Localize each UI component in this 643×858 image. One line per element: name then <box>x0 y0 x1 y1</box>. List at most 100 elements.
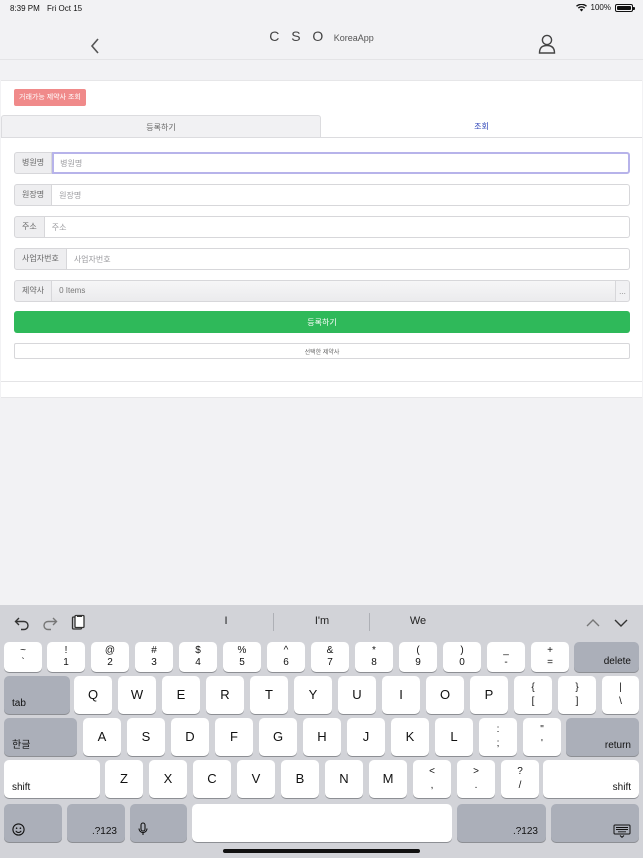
paste-icon[interactable] <box>69 614 87 632</box>
key-return[interactable]: return <box>566 718 639 756</box>
key-left-brace[interactable]: {[ <box>514 676 552 714</box>
form-panel: 거래가능 제약사 조회 등록하기 조회 병원명 원장명 주소 사업자번호 제약사… <box>1 80 642 398</box>
director-name-input[interactable] <box>52 184 630 206</box>
tab-register[interactable]: 등록하기 <box>1 115 321 138</box>
director-name-label: 원장명 <box>14 184 53 206</box>
key-k[interactable]: K <box>391 718 429 756</box>
key-9[interactable]: (9 <box>399 642 437 672</box>
key-2[interactable]: @2 <box>91 642 129 672</box>
key-t[interactable]: T <box>250 676 288 714</box>
key-equals[interactable]: + = <box>531 642 569 672</box>
key-a[interactable]: A <box>83 718 121 756</box>
microphone-icon <box>138 822 148 835</box>
key-7[interactable]: & 7 <box>311 642 349 672</box>
key-backslash[interactable]: | \ <box>602 676 639 714</box>
key-period[interactable]: >. <box>457 760 495 798</box>
key-d[interactable]: D <box>171 718 209 756</box>
key-p[interactable]: P <box>470 676 508 714</box>
status-date: Fri Oct 15 <box>47 4 83 13</box>
key-semicolon[interactable]: :; <box>479 718 517 756</box>
business-number-row: 사업자번호 <box>14 248 630 270</box>
wifi-icon <box>575 3 587 11</box>
keyboard-hide-icon <box>613 824 631 838</box>
tab-bar: 등록하기 조회 <box>1 115 642 138</box>
key-shift-right[interactable]: shift <box>543 760 639 798</box>
key-tilde[interactable]: ~ ` <box>4 642 42 672</box>
chevron-down-icon[interactable] <box>612 614 630 632</box>
key-r[interactable]: R <box>206 676 244 714</box>
suggestion-2[interactable]: I'm <box>274 615 370 627</box>
address-row: 주소 <box>14 216 630 238</box>
key-dictation[interactable] <box>130 804 187 842</box>
key-comma[interactable]: <, <box>413 760 451 798</box>
redo-icon[interactable] <box>41 614 59 632</box>
tab-search[interactable]: 조회 <box>321 115 642 138</box>
key-slash[interactable]: ? / <box>501 760 539 798</box>
suggestion-3[interactable]: We <box>370 615 466 627</box>
nav-bar: C S O KoreaApp <box>0 16 643 60</box>
key-shift-left[interactable]: shift <box>4 760 100 798</box>
key-m[interactable]: M <box>369 760 407 798</box>
key-x[interactable]: X <box>149 760 187 798</box>
key-0[interactable]: ) 0 <box>443 642 481 672</box>
available-pharma-button[interactable]: 거래가능 제약사 조회 <box>14 89 86 106</box>
status-bar: 8:39 PM Fri Oct 15 100% <box>0 0 643 16</box>
user-button[interactable] <box>537 33 557 55</box>
key-numbers-left[interactable]: .?123 <box>67 804 125 842</box>
key-z[interactable]: Z <box>105 760 143 798</box>
key-n[interactable]: N <box>325 760 363 798</box>
key-g[interactable]: G <box>259 718 297 756</box>
app-title-main: C S O <box>269 28 328 44</box>
chevron-up-icon[interactable] <box>584 614 602 632</box>
address-input[interactable] <box>44 216 630 238</box>
key-u[interactable]: U <box>338 676 376 714</box>
key-1[interactable]: ! 1 <box>47 642 85 672</box>
key-b[interactable]: B <box>281 760 319 798</box>
submit-register-button[interactable]: 등록하기 <box>14 311 630 333</box>
key-f[interactable]: F <box>215 718 253 756</box>
register-form: 병원명 원장명 주소 사업자번호 제약사 0 Items ... 등록하기 선택… <box>1 138 642 382</box>
status-right: 100% <box>575 3 635 12</box>
key-hide-keyboard[interactable] <box>551 804 639 842</box>
status-time: 8:39 PM <box>10 4 40 13</box>
key-y[interactable]: Y <box>294 676 332 714</box>
key-e[interactable]: E <box>162 676 200 714</box>
key-j[interactable]: J <box>347 718 385 756</box>
emoji-icon <box>12 823 25 836</box>
key-6[interactable]: ^ 6 <box>267 642 305 672</box>
key-hangul[interactable]: 한글 <box>4 718 77 756</box>
undo-icon[interactable] <box>13 614 31 632</box>
key-space[interactable] <box>192 804 452 842</box>
key-numbers-right[interactable]: .?123 <box>457 804 546 842</box>
director-name-row: 원장명 <box>14 184 630 206</box>
key-quote[interactable]: " ' <box>523 718 561 756</box>
pharma-more-button[interactable]: ... <box>616 280 630 302</box>
suggestion-1[interactable]: I <box>178 615 274 627</box>
app-title-sub: KoreaApp <box>333 33 374 43</box>
key-v[interactable]: V <box>237 760 275 798</box>
key-l[interactable]: L <box>435 718 473 756</box>
key-4[interactable]: $4 <box>179 642 217 672</box>
home-indicator[interactable] <box>223 849 420 853</box>
key-right-brace[interactable]: }] <box>558 676 596 714</box>
key-w[interactable]: W <box>118 676 156 714</box>
key-tab[interactable]: tab <box>4 676 70 714</box>
key-c[interactable]: C <box>193 760 231 798</box>
key-5[interactable]: % 5 <box>223 642 261 672</box>
business-number-input[interactable] <box>66 248 630 270</box>
key-s[interactable]: S <box>127 718 165 756</box>
key-i[interactable]: I <box>382 676 420 714</box>
pharma-label: 제약사 <box>14 280 53 302</box>
key-q[interactable]: Q <box>74 676 112 714</box>
pharma-items-select[interactable]: 0 Items <box>52 280 616 302</box>
key-h[interactable]: H <box>303 718 341 756</box>
key-3[interactable]: #3 <box>135 642 173 672</box>
key-8[interactable]: * 8 <box>355 642 393 672</box>
key-emoji[interactable] <box>4 804 62 842</box>
key-o[interactable]: O <box>426 676 464 714</box>
pharma-row: 제약사 0 Items ... <box>14 280 630 302</box>
key-minus[interactable]: _ - <box>487 642 525 672</box>
key-delete[interactable]: delete <box>574 642 639 672</box>
hospital-name-input[interactable] <box>52 152 630 174</box>
selected-pharma-button[interactable]: 선택한 제약사 <box>14 343 630 359</box>
